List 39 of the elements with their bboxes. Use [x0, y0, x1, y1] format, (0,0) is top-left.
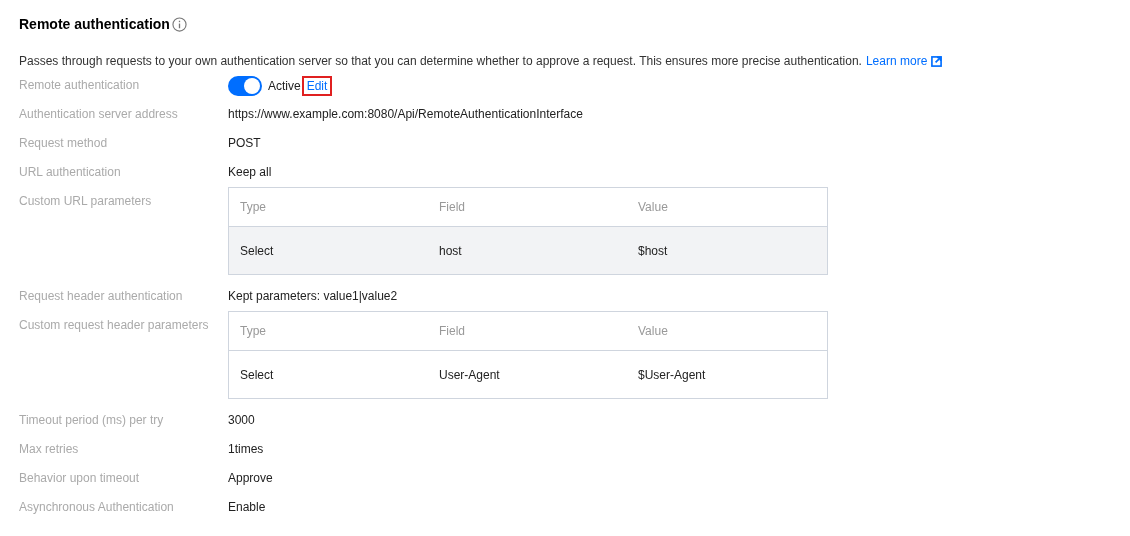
field-value: 1times — [228, 441, 265, 458]
field-value: Kept parameters: value1|value2 — [228, 288, 399, 305]
field-label: Authentication server address — [19, 106, 179, 123]
column-header: Field — [439, 200, 465, 214]
field-label: Request header authentication — [19, 288, 184, 305]
column-header: Type — [240, 200, 266, 214]
info-icon — [171, 16, 187, 32]
column-header: Type — [240, 324, 266, 338]
external-link-icon — [931, 55, 943, 67]
learn-more-link[interactable]: Learn more — [865, 52, 928, 70]
table-cell: host — [439, 243, 462, 258]
field-label: Custom URL parameters — [19, 193, 153, 210]
table-cell: User-Agent — [439, 367, 500, 382]
edit-link[interactable]: Edit — [301, 76, 333, 96]
field-label: Behavior upon timeout — [19, 470, 141, 487]
field-value: Keep all — [228, 164, 273, 181]
field-label: Timeout period (ms) per try — [19, 412, 165, 429]
field-value: https://www.example.com:8080/Api/RemoteAuthenticationInterface — [228, 106, 584, 123]
column-header: Field — [439, 324, 465, 338]
table-cell: $host — [638, 243, 668, 258]
field-label: Custom request header parameters — [19, 317, 210, 334]
field-label: Request method — [19, 135, 109, 152]
description-text: Passes through requests to your own authentication server so that you can determine whether to approve a request. This ensures more precise authentication. — [19, 53, 862, 70]
field-value: 3000 — [228, 412, 256, 429]
table-cell: Select — [240, 367, 274, 382]
field-label: Asynchronous Authentication — [19, 499, 175, 516]
field-label: Remote authentication — [19, 77, 141, 94]
section-title: Remote authentication — [19, 14, 170, 34]
field-value: Approve — [228, 470, 274, 487]
field-value: Enable — [228, 499, 267, 516]
field-label: URL authentication — [19, 164, 122, 181]
status-text: Active — [268, 78, 301, 95]
field-label: Max retries — [19, 441, 80, 458]
column-header: Value — [638, 200, 668, 214]
table-cell: Select — [240, 243, 274, 258]
toggle-switch[interactable] — [228, 76, 262, 96]
table-cell: $User-Agent — [638, 367, 706, 382]
field-value: POST — [228, 135, 262, 152]
column-header: Value — [638, 324, 668, 338]
